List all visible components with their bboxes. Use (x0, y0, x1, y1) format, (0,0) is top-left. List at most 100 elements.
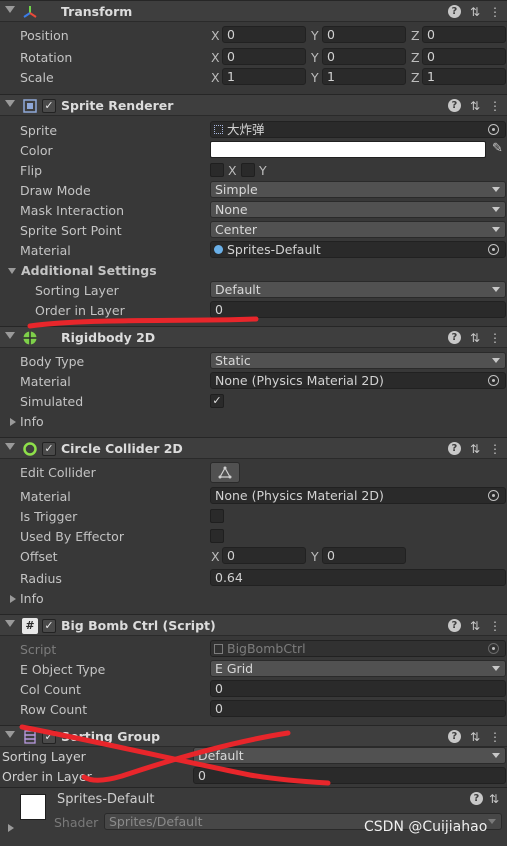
preset-icon[interactable]: ⇅ (470, 442, 480, 456)
component-title: Circle Collider 2D (61, 441, 183, 456)
sprite-label: Sprite (20, 123, 58, 138)
collapse-arrow-icon[interactable] (5, 6, 15, 13)
script-header[interactable]: # ✓ Big Bomb Ctrl (Script) ? ⇅ ⋮ (0, 614, 507, 636)
help-icon[interactable]: ? (447, 730, 461, 743)
simulated-checkbox[interactable]: ✓ (210, 394, 224, 408)
help-icon[interactable]: ? (447, 5, 461, 18)
edit-collider-label: Edit Collider (20, 465, 96, 480)
help-icon[interactable]: ? (469, 792, 483, 805)
rigidbody-header[interactable]: Rigidbody 2D ? ⇅ ⋮ (0, 326, 507, 348)
collapse-arrow-icon[interactable] (5, 100, 15, 107)
eyedropper-icon[interactable]: ✎ (492, 141, 503, 156)
sprite-object-field[interactable]: 大炸弹 (210, 121, 506, 138)
order-in-layer-field[interactable]: 0 (193, 767, 506, 784)
enabled-checkbox[interactable]: ✓ (42, 99, 56, 113)
sorting-layer-label: Sorting Layer (35, 283, 119, 298)
order-in-layer-field[interactable]: 0 (210, 301, 506, 318)
sorting-layer-dropdown[interactable]: Default (193, 747, 506, 764)
body-type-value: Static (215, 353, 251, 368)
help-icon[interactable]: ? (447, 442, 461, 455)
more-menu-icon[interactable]: ⋮ (489, 99, 501, 113)
more-menu-icon[interactable]: ⋮ (489, 619, 501, 633)
collapse-arrow-icon[interactable] (5, 443, 15, 450)
chevron-down-icon (492, 287, 500, 292)
sorting-layer-dropdown[interactable]: Default (210, 281, 506, 298)
help-icon[interactable]: ? (447, 99, 461, 112)
material-label: Material (20, 374, 71, 389)
rotation-y-field[interactable]: 0 (322, 48, 406, 65)
col-count-label: Col Count (20, 682, 81, 697)
object-type-value: E Grid (215, 661, 254, 676)
material-label: Material (20, 489, 71, 504)
sprite-renderer-header[interactable]: ✓ Sprite Renderer ? ⇅ ⋮ (0, 94, 507, 116)
rotation-z-field[interactable]: 0 (422, 48, 506, 65)
more-menu-icon[interactable]: ⋮ (489, 331, 501, 345)
chevron-down-icon (492, 753, 500, 758)
object-type-dropdown[interactable]: E Grid (210, 660, 506, 677)
object-picker-icon[interactable] (488, 375, 499, 386)
sprite-sort-point-value: Center (215, 222, 258, 237)
help-icon[interactable]: ? (447, 331, 461, 344)
flip-y-checkbox[interactable] (241, 163, 255, 177)
color-swatch[interactable] (210, 141, 486, 158)
material-object-field[interactable]: Sprites-Default (210, 241, 506, 258)
flip-label: Flip (20, 163, 43, 178)
radius-field[interactable]: 0.64 (210, 569, 506, 586)
collapse-arrow-icon[interactable] (5, 620, 15, 627)
physics-material-field[interactable]: None (Physics Material 2D) (210, 372, 506, 389)
sorting-group-header[interactable]: ✓ Sorting Group ? ⇅ ⋮ (0, 725, 507, 747)
more-menu-icon[interactable]: ⋮ (489, 442, 501, 456)
flip-x-checkbox[interactable] (210, 163, 224, 177)
edit-collider-button[interactable] (210, 462, 240, 483)
more-menu-icon[interactable]: ⋮ (489, 5, 501, 19)
scale-y-field[interactable]: 1 (322, 68, 406, 85)
physics-material-value: None (Physics Material 2D) (215, 373, 384, 388)
enabled-checkbox[interactable]: ✓ (42, 619, 56, 633)
offset-y-field[interactable]: 0 (322, 547, 406, 564)
help-icon[interactable]: ? (447, 619, 461, 632)
preset-icon[interactable]: ⇅ (489, 792, 499, 806)
expand-arrow-icon[interactable] (8, 268, 16, 274)
sprite-sort-point-dropdown[interactable]: Center (210, 221, 506, 238)
preset-icon[interactable]: ⇅ (470, 730, 480, 744)
transform-header[interactable]: Transform ? ⇅ ⋮ (0, 0, 507, 22)
scale-z-field[interactable]: 1 (422, 68, 506, 85)
is-trigger-checkbox[interactable] (210, 509, 224, 523)
row-count-field[interactable]: 0 (210, 700, 506, 717)
mask-interaction-dropdown[interactable]: None (210, 201, 506, 218)
expand-arrow-icon[interactable] (10, 595, 16, 603)
offset-x-field[interactable]: 0 (222, 547, 306, 564)
chevron-down-icon (492, 207, 500, 212)
info-foldout[interactable]: Info (20, 414, 44, 429)
sorting-group-icon (24, 730, 36, 744)
position-x-field[interactable]: 0 (222, 26, 306, 43)
collapse-arrow-icon[interactable] (5, 731, 15, 738)
position-z-field[interactable]: 0 (422, 26, 506, 43)
preset-icon[interactable]: ⇅ (470, 619, 480, 633)
col-count-field[interactable]: 0 (210, 680, 506, 697)
object-picker-icon[interactable] (488, 244, 499, 255)
draw-mode-dropdown[interactable]: Simple (210, 181, 506, 198)
info-foldout[interactable]: Info (20, 591, 44, 606)
preset-icon[interactable]: ⇅ (470, 331, 480, 345)
additional-settings-label[interactable]: Additional Settings (21, 263, 157, 278)
scale-x-field[interactable]: 1 (222, 68, 306, 85)
expand-arrow-icon[interactable] (8, 824, 14, 832)
enabled-checkbox[interactable]: ✓ (42, 442, 56, 456)
expand-arrow-icon[interactable] (10, 418, 16, 426)
more-menu-icon[interactable]: ⋮ (489, 730, 501, 744)
collapse-arrow-icon[interactable] (5, 332, 15, 339)
rotation-x-field[interactable]: 0 (222, 48, 306, 65)
physics-material-field[interactable]: None (Physics Material 2D) (210, 487, 506, 504)
object-picker-icon[interactable] (488, 124, 499, 135)
used-by-effector-checkbox[interactable] (210, 529, 224, 543)
circle-collider-header[interactable]: ✓ Circle Collider 2D ? ⇅ ⋮ (0, 437, 507, 459)
object-picker-icon[interactable] (488, 490, 499, 501)
preset-icon[interactable]: ⇅ (470, 99, 480, 113)
enabled-checkbox[interactable]: ✓ (42, 730, 56, 744)
sorting-layer-value: Default (215, 282, 261, 297)
chevron-down-icon (492, 666, 500, 671)
position-y-field[interactable]: 0 (322, 26, 406, 43)
body-type-dropdown[interactable]: Static (210, 352, 506, 369)
preset-icon[interactable]: ⇅ (470, 5, 480, 19)
